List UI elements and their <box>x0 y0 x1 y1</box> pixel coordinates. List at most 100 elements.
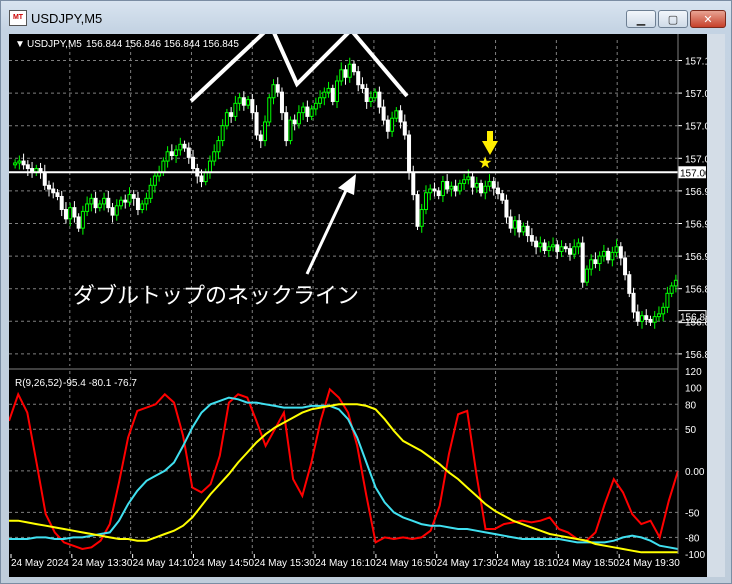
title-bar[interactable]: MT USDJPY,M5 ▁ ▢ ✕ <box>1 1 731 35</box>
candle-bull <box>318 97 323 104</box>
candle-bear <box>51 188 56 194</box>
candle-bear <box>279 91 284 114</box>
candle-bull <box>237 97 242 104</box>
candle-bull <box>487 181 492 187</box>
time-tick-label: 24 May 18:10 <box>498 558 559 569</box>
candle-bear <box>445 181 450 190</box>
candle-bull <box>589 259 594 270</box>
candle-bear <box>275 84 280 93</box>
indicator-tick-label: -50 <box>685 508 700 519</box>
candle-bear <box>508 216 513 229</box>
candle-bear <box>555 244 560 252</box>
chart-menu-arrow-icon: ▼ <box>15 39 25 50</box>
neckline-pointer[interactable] <box>305 174 356 275</box>
candle-bear <box>407 134 412 173</box>
candle-bull <box>267 97 272 123</box>
price-tick-label: 156.840 <box>685 317 707 328</box>
candle-bear <box>411 171 416 196</box>
candle-bear <box>648 318 653 323</box>
candle-bear <box>254 112 259 136</box>
candle-bull <box>390 117 395 132</box>
ohlc-label: 156.844 156.846 156.844 156.845 <box>86 39 239 50</box>
price-tick-label: 156.980 <box>685 187 707 198</box>
time-tick-label: 24 May 18:50 <box>558 558 619 569</box>
price-tick-label: 157.015 <box>685 154 707 165</box>
candle-bull <box>288 119 293 142</box>
candle-bull <box>296 112 301 125</box>
candle-bull <box>68 207 73 220</box>
window-title: USDJPY,M5 <box>31 11 103 26</box>
candle-bear <box>436 190 441 197</box>
candle-bull <box>572 246 577 255</box>
candle-bull <box>449 185 454 190</box>
candle-bull <box>661 306 666 315</box>
candle-bear <box>377 91 382 108</box>
candle-bear <box>343 69 348 78</box>
close-button[interactable]: ✕ <box>690 10 726 28</box>
terminal-chart-window: MT USDJPY,M5 ▁ ▢ ✕ 157.000 156.845 157.1… <box>0 0 732 584</box>
candle-bear <box>525 225 530 237</box>
chart-area[interactable]: 157.000 156.845 157.120157.085157.050157… <box>8 22 722 577</box>
candle-bull <box>546 246 551 252</box>
candle-bear <box>381 106 386 121</box>
candle-bull <box>114 205 119 216</box>
candle-bear <box>305 106 310 117</box>
candle-bear <box>644 315 649 320</box>
candle-bull <box>246 99 251 106</box>
indicator-tick-label: 120 <box>685 367 702 378</box>
time-tick-label: 24 May 14:10 <box>133 558 194 569</box>
price-tick-label: 156.945 <box>685 219 707 230</box>
candle-bull <box>80 210 85 229</box>
candle-bear <box>356 71 361 86</box>
candle-bear <box>191 156 196 170</box>
candle-bull <box>373 91 378 99</box>
candle-bear <box>479 182 484 194</box>
svg-text:157.000: 157.000 <box>680 168 707 179</box>
price-tick-label: 156.875 <box>685 285 707 296</box>
candle-bull <box>457 182 462 192</box>
candle-bear <box>529 235 534 242</box>
candle-bear <box>491 181 496 189</box>
candle-bear <box>106 197 111 209</box>
candle-bull <box>521 225 526 233</box>
candle-bear <box>606 250 611 261</box>
candle-bull <box>174 149 179 156</box>
maximize-button[interactable]: ▢ <box>658 10 688 28</box>
candle-bull <box>423 192 428 211</box>
candle-bull <box>665 292 670 308</box>
candle-bear <box>229 112 234 117</box>
candle-bear <box>364 87 369 102</box>
time-tick-label: 24 May 16:50 <box>376 558 437 569</box>
candle-bull <box>610 251 615 261</box>
time-tick-label: 24 May 13:30 <box>72 558 133 569</box>
candle-bull <box>152 175 157 186</box>
candle-bull <box>301 106 306 114</box>
candle-bear <box>135 197 140 211</box>
candle-bull <box>551 244 556 248</box>
indicator-values: -95.4 -80.1 -76.7 <box>63 378 137 389</box>
down-arrow-icon <box>482 131 498 155</box>
candle-bear <box>432 188 437 192</box>
candle-bear <box>415 194 420 227</box>
candle-bear <box>500 193 505 201</box>
indicator-tick-label: 100 <box>685 384 702 395</box>
candle-bull <box>669 285 674 294</box>
candle-bull <box>89 197 94 205</box>
candle-bull <box>538 242 543 248</box>
candle-bull <box>335 80 340 102</box>
candle-bull <box>220 125 225 142</box>
candle-bull <box>483 185 488 194</box>
candle-bull <box>326 87 331 93</box>
candle-bull <box>656 313 661 318</box>
candle-bear <box>542 242 547 252</box>
neckline-annotation-label: ダブルトップのネックライン <box>73 283 359 308</box>
candle-bear <box>25 164 30 170</box>
candle-bear <box>55 192 60 197</box>
candle-bull <box>224 112 229 127</box>
time-tick-label: 24 May 14:50 <box>193 558 254 569</box>
candle-bull <box>614 246 619 253</box>
minimize-button[interactable]: ▁ <box>626 10 656 28</box>
candle-bear <box>563 246 568 250</box>
candle-bear <box>199 175 204 183</box>
chart-canvas[interactable]: 157.000 156.845 157.120157.085157.050157… <box>8 22 722 577</box>
